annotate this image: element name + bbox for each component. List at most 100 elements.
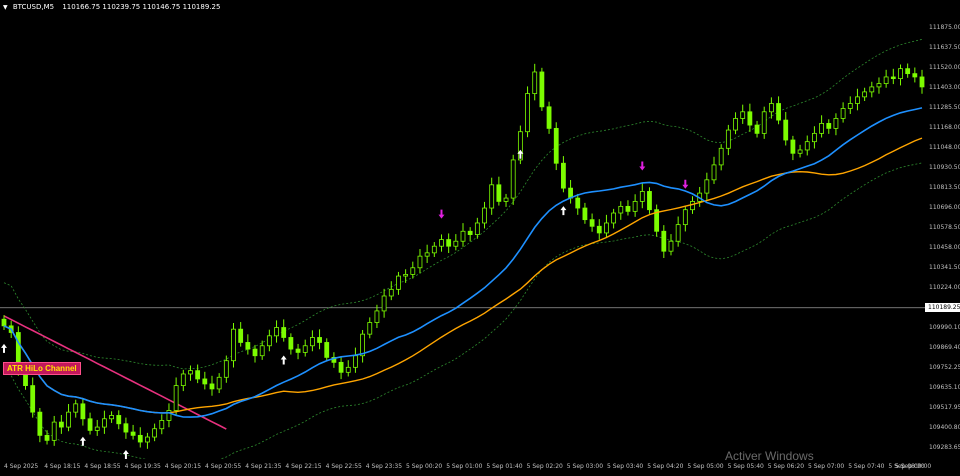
candle-body [94,426,100,431]
candle-body [747,111,753,126]
candle-body [682,209,688,226]
candle-body [632,201,638,212]
candle-body [137,434,143,443]
candle-body [532,71,538,94]
sell-arrow-icon [682,179,689,189]
candle-body [417,255,423,269]
candle-body [345,366,351,373]
candle-body [424,252,430,257]
candle-body [804,141,810,151]
candle-body [754,124,760,134]
price-axis[interactable]: 111875.00 111637.50 111520.00 111403.00 1112… [925,0,960,476]
time-tick-label: 5 Sep 02:20 [526,463,563,470]
candle-body [381,295,387,312]
candle-body [675,224,681,242]
candle-body [388,288,394,297]
time-tick-label: 4 Sep 2025 [4,463,39,470]
candle-body [281,327,287,338]
candle-body [73,403,79,413]
price-tick-label: 111285.50 [929,104,960,111]
candle-body [862,91,868,98]
buy-arrow-icon [79,436,86,446]
candle-body [869,86,875,93]
candle-body [58,421,64,428]
candle-body [324,342,330,358]
chart-area[interactable]: ▼ BTCUSD,M5 110166.75 110239.75 110146.7… [0,0,960,476]
candle-body [482,207,487,224]
candle-body [266,335,272,347]
candle-body [317,337,322,343]
candle-body [790,139,796,154]
price-tick-label: 110696.00 [929,204,960,211]
price-tick-label: 110930.50 [929,164,960,171]
candle-body [245,342,251,350]
candle-body [410,267,416,275]
candle-body [37,411,43,436]
candle-body [618,205,624,214]
candle-body [761,111,767,134]
candle-body [898,68,903,80]
candle-body [87,418,93,431]
time-tick-label: 5 Sep 01:00 [446,463,483,470]
candle-body [690,201,695,211]
ohlc-readout: 110166.75 110239.75 110146.75 110189.25 [62,3,221,11]
watermark: Activer Windows [725,449,814,463]
sell-arrow-icon [639,161,646,171]
candle-body [768,103,774,113]
time-tick-label: 5 Sep 01:40 [486,463,523,470]
candle-body [661,230,667,252]
candle-body [847,103,853,109]
candle-body [840,108,846,119]
candle-body [288,337,294,350]
candle-body [474,222,480,235]
candle-body [833,118,839,129]
candle-body [539,71,545,108]
price-tick-label: 110578.50 [929,224,960,231]
price-tick-label: 111168.00 [929,124,960,131]
price-tick-label: 109283.65 [929,444,960,451]
candle-body [116,415,122,425]
dropdown-arrow-icon[interactable]: ▼ [3,4,8,11]
candle-body [188,370,193,375]
indicator-label: ATR HiLo Channel [3,362,81,375]
candle-body [733,118,738,131]
candle-body [159,420,165,430]
candle-body [812,132,817,143]
price-tick-label: 109752.25 [929,364,960,371]
channel-lower-line [3,162,923,459]
time-tick-label: 5 Sep 09:00 [895,463,932,470]
candle-body [718,147,724,166]
candle-body [102,418,107,428]
candle-body [30,385,36,413]
time-tick-label: 4 Sep 18:55 [84,463,121,470]
candle-body [819,123,824,134]
candle-body [173,385,179,411]
candle-body [231,328,236,362]
candle-body [338,361,344,373]
price-tick-label: 110224.00 [929,284,960,291]
channel-upper-line [3,38,923,370]
time-tick-label: 5 Sep 03:40 [607,463,644,470]
ma-blue-line [3,107,923,418]
price-tick-label: 110458.00 [929,244,960,251]
candle-body [503,197,509,202]
candle-body [66,411,71,428]
candle-body [639,191,645,202]
candle-body [546,106,552,129]
candle-body [123,423,129,433]
time-tick-label: 4 Sep 18:15 [44,463,81,470]
time-tick-label: 4 Sep 19:35 [124,463,161,470]
time-tick-label: 5 Sep 04:20 [647,463,684,470]
ma-orange-line [3,137,923,414]
time-tick-label: 5 Sep 05:40 [727,463,764,470]
chart-title: ▼ BTCUSD,M5 110166.75 110239.75 110146.7… [3,3,220,11]
candle-body [912,73,918,78]
price-plot[interactable] [0,0,925,459]
time-tick-label: 5 Sep 07:00 [808,463,845,470]
candle-body [575,197,581,209]
time-tick-label: 4 Sep 22:15 [285,463,322,470]
candle-body [431,245,437,254]
symbol-timeframe: BTCUSD,M5 [12,3,55,11]
candle-body [776,103,781,121]
time-tick-label: 5 Sep 05:00 [687,463,724,470]
